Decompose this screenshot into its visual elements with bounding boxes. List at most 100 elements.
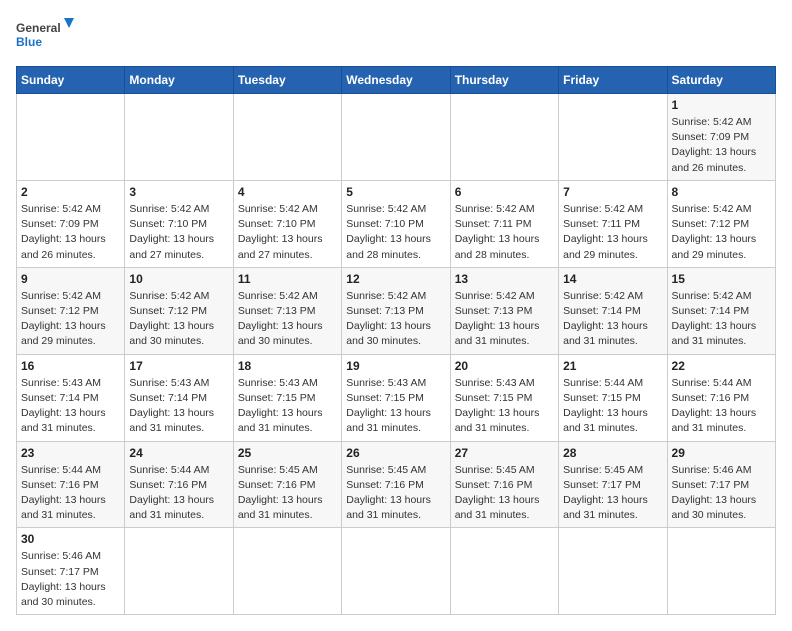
calendar-day-cell: 25 Sunrise: 5:45 AMSunset: 7:16 PMDayligh… — [233, 441, 341, 528]
day-info: Sunrise: 5:42 AMSunset: 7:12 PMDaylight:… — [21, 289, 120, 350]
svg-text:General: General — [16, 21, 61, 35]
day-number: 28 — [563, 446, 662, 460]
day-info: Sunrise: 5:46 AMSunset: 7:17 PMDaylight:… — [21, 549, 120, 610]
day-info: Sunrise: 5:42 AMSunset: 7:13 PMDaylight:… — [455, 289, 554, 350]
calendar-day-cell: 23 Sunrise: 5:44 AMSunset: 7:16 PMDayligh… — [17, 441, 125, 528]
day-info: Sunrise: 5:42 AMSunset: 7:12 PMDaylight:… — [672, 202, 771, 263]
day-number: 19 — [346, 359, 445, 373]
day-of-week-header: Thursday — [450, 67, 558, 94]
day-number: 25 — [238, 446, 337, 460]
calendar-day-cell: 13 Sunrise: 5:42 AMSunset: 7:13 PMDayligh… — [450, 267, 558, 354]
day-number: 4 — [238, 185, 337, 199]
day-number: 15 — [672, 272, 771, 286]
day-info: Sunrise: 5:42 AMSunset: 7:09 PMDaylight:… — [21, 202, 120, 263]
day-info: Sunrise: 5:43 AMSunset: 7:14 PMDaylight:… — [129, 376, 228, 437]
calendar-day-cell — [450, 94, 558, 181]
calendar-day-cell: 17 Sunrise: 5:43 AMSunset: 7:14 PMDayligh… — [125, 354, 233, 441]
day-info: Sunrise: 5:44 AMSunset: 7:15 PMDaylight:… — [563, 376, 662, 437]
day-number: 29 — [672, 446, 771, 460]
day-info: Sunrise: 5:45 AMSunset: 7:17 PMDaylight:… — [563, 463, 662, 524]
calendar-day-cell — [342, 528, 450, 615]
day-info: Sunrise: 5:42 AMSunset: 7:10 PMDaylight:… — [129, 202, 228, 263]
calendar-day-cell — [559, 94, 667, 181]
calendar-day-cell: 19 Sunrise: 5:43 AMSunset: 7:15 PMDayligh… — [342, 354, 450, 441]
calendar-day-cell: 8Sunrise: 5:42 AMSunset: 7:12 PMDaylight… — [667, 180, 775, 267]
days-of-week-row: SundayMondayTuesdayWednesdayThursdayFrid… — [17, 67, 776, 94]
day-number: 3 — [129, 185, 228, 199]
calendar-day-cell: 12 Sunrise: 5:42 AMSunset: 7:13 PMDayligh… — [342, 267, 450, 354]
day-number: 12 — [346, 272, 445, 286]
day-info: Sunrise: 5:46 AMSunset: 7:17 PMDaylight:… — [672, 463, 771, 524]
calendar-header: SundayMondayTuesdayWednesdayThursdayFrid… — [17, 67, 776, 94]
day-number: 5 — [346, 185, 445, 199]
day-info: Sunrise: 5:42 AMSunset: 7:11 PMDaylight:… — [563, 202, 662, 263]
calendar-day-cell: 7Sunrise: 5:42 AMSunset: 7:11 PMDaylight… — [559, 180, 667, 267]
day-info: Sunrise: 5:43 AMSunset: 7:15 PMDaylight:… — [455, 376, 554, 437]
calendar-day-cell: 11Sunrise: 5:42 AMSunset: 7:13 PMDayligh… — [233, 267, 341, 354]
day-of-week-header: Monday — [125, 67, 233, 94]
calendar-day-cell: 9 Sunrise: 5:42 AMSunset: 7:12 PMDaylight… — [17, 267, 125, 354]
calendar-week-row: 16 Sunrise: 5:43 AMSunset: 7:14 PMDayligh… — [17, 354, 776, 441]
day-info: Sunrise: 5:44 AMSunset: 7:16 PMDaylight:… — [129, 463, 228, 524]
logo-svg: General Blue — [16, 16, 76, 56]
calendar-week-row: 1 Sunrise: 5:42 AMSunset: 7:09 PMDaylight… — [17, 94, 776, 181]
day-of-week-header: Sunday — [17, 67, 125, 94]
calendar-day-cell — [667, 528, 775, 615]
calendar-day-cell — [342, 94, 450, 181]
day-number: 20 — [455, 359, 554, 373]
day-of-week-header: Wednesday — [342, 67, 450, 94]
day-info: Sunrise: 5:43 AMSunset: 7:14 PMDaylight:… — [21, 376, 120, 437]
day-number: 16 — [21, 359, 120, 373]
calendar-day-cell — [125, 528, 233, 615]
day-number: 9 — [21, 272, 120, 286]
day-number: 26 — [346, 446, 445, 460]
calendar-body: 1 Sunrise: 5:42 AMSunset: 7:09 PMDaylight… — [17, 94, 776, 615]
day-info: Sunrise: 5:43 AMSunset: 7:15 PMDaylight:… — [238, 376, 337, 437]
calendar-day-cell — [17, 94, 125, 181]
calendar-day-cell — [559, 528, 667, 615]
calendar-day-cell — [450, 528, 558, 615]
calendar-day-cell: 16 Sunrise: 5:43 AMSunset: 7:14 PMDayligh… — [17, 354, 125, 441]
calendar-day-cell: 22 Sunrise: 5:44 AMSunset: 7:16 PMDayligh… — [667, 354, 775, 441]
calendar-day-cell: 27Sunrise: 5:45 AMSunset: 7:16 PMDayligh… — [450, 441, 558, 528]
day-info: Sunrise: 5:45 AMSunset: 7:16 PMDaylight:… — [346, 463, 445, 524]
day-info: Sunrise: 5:44 AMSunset: 7:16 PMDaylight:… — [672, 376, 771, 437]
day-info: Sunrise: 5:42 AMSunset: 7:10 PMDaylight:… — [346, 202, 445, 263]
day-info: Sunrise: 5:45 AMSunset: 7:16 PMDaylight:… — [238, 463, 337, 524]
day-info: Sunrise: 5:42 AMSunset: 7:13 PMDaylight:… — [346, 289, 445, 350]
day-info: Sunrise: 5:42 AMSunset: 7:11 PMDaylight:… — [455, 202, 554, 263]
day-of-week-header: Saturday — [667, 67, 775, 94]
day-info: Sunrise: 5:45 AMSunset: 7:16 PMDaylight:… — [455, 463, 554, 524]
calendar-day-cell: 2 Sunrise: 5:42 AMSunset: 7:09 PMDaylight… — [17, 180, 125, 267]
logo: General Blue — [16, 16, 76, 56]
day-number: 23 — [21, 446, 120, 460]
day-number: 22 — [672, 359, 771, 373]
day-number: 11 — [238, 272, 337, 286]
calendar-day-cell: 24Sunrise: 5:44 AMSunset: 7:16 PMDayligh… — [125, 441, 233, 528]
calendar-week-row: 23 Sunrise: 5:44 AMSunset: 7:16 PMDayligh… — [17, 441, 776, 528]
day-info: Sunrise: 5:44 AMSunset: 7:16 PMDaylight:… — [21, 463, 120, 524]
day-number: 17 — [129, 359, 228, 373]
calendar-day-cell: 14Sunrise: 5:42 AMSunset: 7:14 PMDayligh… — [559, 267, 667, 354]
calendar-day-cell: 1 Sunrise: 5:42 AMSunset: 7:09 PMDaylight… — [667, 94, 775, 181]
calendar-table: SundayMondayTuesdayWednesdayThursdayFrid… — [16, 66, 776, 615]
day-number: 2 — [21, 185, 120, 199]
day-number: 10 — [129, 272, 228, 286]
svg-text:Blue: Blue — [16, 35, 42, 49]
calendar-day-cell: 10Sunrise: 5:42 AMSunset: 7:12 PMDayligh… — [125, 267, 233, 354]
calendar-day-cell — [233, 528, 341, 615]
calendar-day-cell: 30Sunrise: 5:46 AMSunset: 7:17 PMDayligh… — [17, 528, 125, 615]
calendar-day-cell: 21Sunrise: 5:44 AMSunset: 7:15 PMDayligh… — [559, 354, 667, 441]
calendar-day-cell: 5 Sunrise: 5:42 AMSunset: 7:10 PMDaylight… — [342, 180, 450, 267]
page-header: General Blue — [16, 16, 776, 56]
day-number: 1 — [672, 98, 771, 112]
day-info: Sunrise: 5:43 AMSunset: 7:15 PMDaylight:… — [346, 376, 445, 437]
calendar-day-cell — [125, 94, 233, 181]
day-number: 13 — [455, 272, 554, 286]
calendar-day-cell: 15 Sunrise: 5:42 AMSunset: 7:14 PMDayligh… — [667, 267, 775, 354]
day-info: Sunrise: 5:42 AMSunset: 7:14 PMDaylight:… — [672, 289, 771, 350]
calendar-week-row: 2 Sunrise: 5:42 AMSunset: 7:09 PMDaylight… — [17, 180, 776, 267]
day-info: Sunrise: 5:42 AMSunset: 7:09 PMDaylight:… — [672, 115, 771, 176]
day-of-week-header: Friday — [559, 67, 667, 94]
calendar-day-cell: 18Sunrise: 5:43 AMSunset: 7:15 PMDayligh… — [233, 354, 341, 441]
